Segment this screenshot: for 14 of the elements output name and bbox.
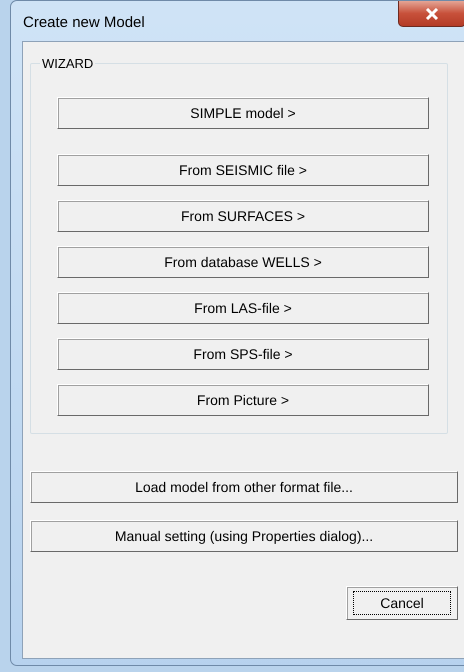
window-title: Create new Model	[23, 14, 145, 31]
group-label: WIZARD	[41, 56, 94, 71]
action-button[interactable]: Manual setting (using Properties dialog)...	[30, 520, 458, 552]
wizard-button[interactable]: From SEISMIC file >	[57, 154, 429, 186]
close-icon	[425, 8, 439, 20]
wizard-button[interactable]: From SURFACES >	[57, 200, 429, 232]
wizard-button[interactable]: From LAS-file >	[57, 292, 429, 324]
wizard-button[interactable]: From SPS-file >	[57, 338, 429, 370]
close-button[interactable]	[398, 1, 464, 27]
wizard-button[interactable]: From Picture >	[57, 384, 429, 416]
cancel-button[interactable]: Cancel	[346, 586, 458, 620]
wizard-button[interactable]: From database WELLS >	[57, 246, 429, 278]
wizard-button[interactable]: SIMPLE model >	[57, 97, 429, 129]
action-button[interactable]: Load model from other format file...	[30, 471, 458, 503]
